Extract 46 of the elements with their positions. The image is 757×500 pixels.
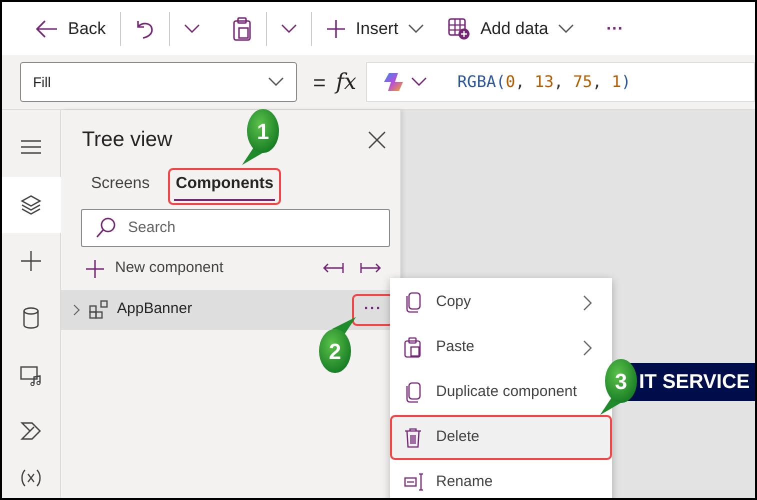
media-icon [20, 364, 42, 386]
chevron-right-icon [71, 304, 81, 316]
rail-button[interactable] [2, 176, 60, 234]
more-button[interactable]: ··· [598, 10, 632, 46]
tab[interactable]: Components [168, 168, 282, 204]
chevron-right-icon [582, 340, 592, 356]
chevron-down-icon [280, 24, 297, 34]
rename-icon [404, 472, 424, 493]
arrow-right-bar-icon [360, 262, 382, 274]
chevron-down-icon [184, 24, 200, 34]
chevron-right-icon [582, 294, 592, 310]
menu-item[interactable]: Paste [390, 325, 612, 370]
search-field[interactable]: Search [81, 208, 390, 246]
menu-item[interactable]: Rename [390, 460, 612, 498]
new-component-button[interactable]: New component [85, 257, 224, 280]
chevron-down-icon [558, 24, 574, 34]
plus-icon [85, 258, 105, 278]
add-data-button[interactable]: Add data [440, 10, 582, 46]
chevron-flow-icon [20, 420, 42, 442]
callout-badge: 1 [240, 107, 286, 169]
menu-item[interactable]: Copy [390, 280, 612, 325]
equals-sign: = [313, 68, 326, 96]
chevron-down-icon [268, 77, 284, 87]
table-add-icon [448, 18, 470, 40]
panel-title: Tree view [82, 127, 172, 153]
chevron-down-icon [408, 24, 424, 34]
clipboard-icon [232, 16, 252, 40]
trash-icon [404, 427, 424, 448]
arrow-left-bar-icon [322, 262, 344, 274]
property-dropdown[interactable]: Fill [20, 62, 297, 102]
close-icon [368, 130, 386, 149]
fx-label: fx [336, 68, 356, 96]
copilot-icon [383, 71, 406, 93]
menu-item[interactable]: Delete [390, 415, 612, 460]
insert-button[interactable]: Insert [318, 10, 432, 46]
component-icon [89, 300, 109, 320]
item-label: AppBanner [117, 299, 194, 320]
back-button[interactable]: Back [28, 10, 114, 46]
chevron-down-icon [411, 77, 428, 87]
arrow-left-icon [36, 20, 58, 38]
menu-item[interactable]: Duplicate component [390, 370, 612, 415]
tab[interactable]: Screens [83, 168, 158, 204]
plus-icon [326, 18, 346, 38]
plus-icon [20, 250, 42, 272]
layers-icon [20, 194, 42, 216]
undo-icon [134, 18, 155, 38]
